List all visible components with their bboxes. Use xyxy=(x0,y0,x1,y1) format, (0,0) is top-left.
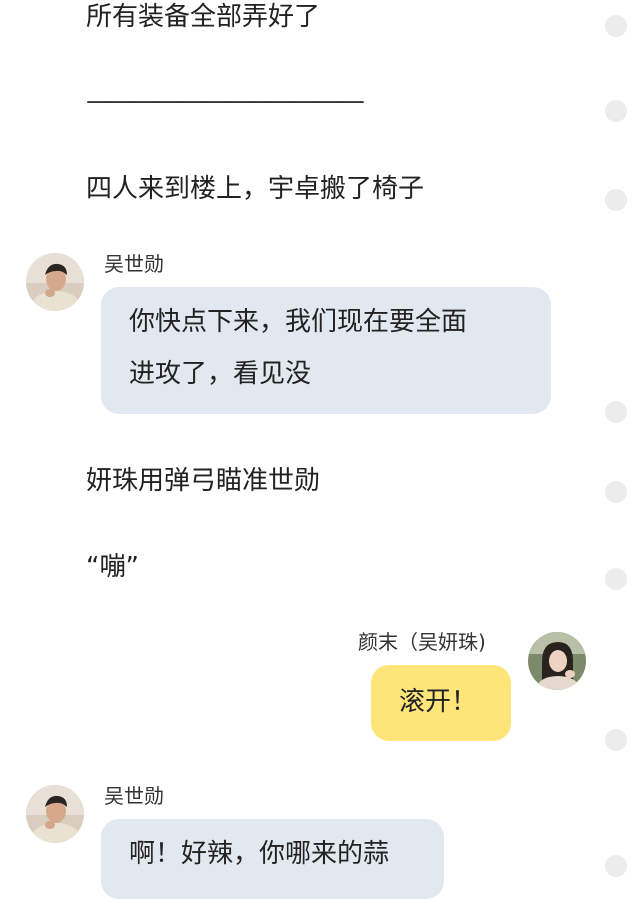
scroll-dot xyxy=(605,189,627,211)
message-bubble[interactable]: 啊！好辣，你哪来的蒜 xyxy=(101,819,444,899)
sender-name: 吴世勋 xyxy=(104,784,164,808)
message-line: 啊！好辣，你哪来的蒜 xyxy=(129,839,390,869)
message-line: 滚开！ xyxy=(399,687,478,717)
narration-divider: ———————————— xyxy=(86,86,365,116)
scroll-dot xyxy=(605,401,627,423)
message-line: 你快点下来，我们现在要全面 xyxy=(129,307,468,337)
scroll-dot xyxy=(605,568,627,590)
narration-text: “嘣” xyxy=(86,552,139,582)
narration-text: 所有装备全部弄好了 xyxy=(86,2,321,32)
man-portrait-icon xyxy=(26,785,84,843)
scroll-dot xyxy=(605,729,627,751)
scroll-dot xyxy=(605,15,627,37)
sender-name: 颜末（吴妍珠) xyxy=(358,630,486,654)
scroll-dot xyxy=(605,100,627,122)
sender-name: 吴世勋 xyxy=(104,252,164,276)
avatar[interactable] xyxy=(26,785,84,843)
narration-text: 四人来到楼上，宇卓搬了椅子 xyxy=(86,174,425,204)
scroll-dot xyxy=(605,481,627,503)
message-bubble[interactable]: 你快点下来，我们现在要全面 进攻了，看见没 xyxy=(101,287,551,414)
narration-text: 妍珠用弹弓瞄准世勋 xyxy=(86,466,321,496)
avatar[interactable] xyxy=(26,253,84,311)
woman-portrait-icon xyxy=(528,632,586,690)
man-portrait-icon xyxy=(26,253,84,311)
message-bubble[interactable]: 滚开！ xyxy=(371,665,511,741)
scroll-dot xyxy=(605,855,627,877)
message-line: 进攻了，看见没 xyxy=(129,359,312,389)
avatar[interactable] xyxy=(528,632,586,690)
